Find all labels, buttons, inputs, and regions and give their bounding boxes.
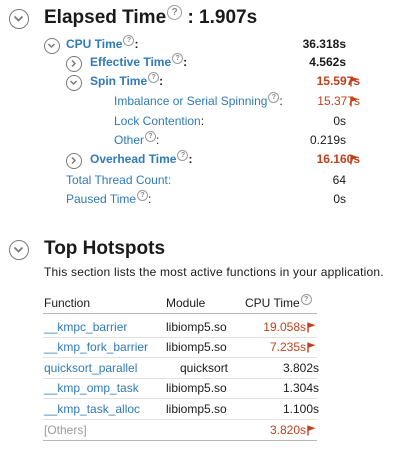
module-cell: libiomp5.so [166, 381, 227, 395]
column-header-cpu-time[interactable]: CPU Time? [245, 294, 312, 311]
other-help-icon[interactable]: ? [145, 131, 157, 142]
module-cell: quicksort [180, 361, 229, 375]
imbalance-help-icon[interactable]: ? [268, 92, 280, 103]
function-link[interactable]: __kmpc_barrier [44, 320, 127, 334]
function-link[interactable]: __kmp_task_alloc [44, 402, 140, 416]
paused-time-value: 0s [333, 192, 346, 206]
other-label[interactable]: Other?: [114, 131, 159, 148]
column-header-module[interactable]: Module [166, 296, 205, 310]
column-header-function[interactable]: Function [44, 296, 90, 310]
spin-time-collapse-chevron-down-icon[interactable] [66, 75, 82, 91]
effective-time-help-icon[interactable]: ? [172, 53, 184, 64]
module-cell: libiomp5.so [166, 402, 227, 416]
cpu-time-cell: 1.100s [282, 402, 319, 416]
spin-time-red-flag-icon [350, 76, 359, 87]
overhead-time-help-icon[interactable]: ? [177, 150, 189, 161]
cpu-time-cell: 3.820s [269, 423, 306, 437]
cpu-time-cell: 1.304s [282, 381, 319, 395]
paused-time-label[interactable]: Paused Time?: [66, 190, 151, 207]
row-divider [43, 398, 317, 399]
table-bottom-divider [43, 440, 317, 441]
effective-time-value: 4.562s [309, 55, 346, 69]
elapsed-help-icon[interactable]: ? [167, 5, 183, 20]
row-divider [43, 419, 317, 420]
module-cell: libiomp5.so [166, 340, 227, 354]
elapsed-time-heading: Elapsed Time? : 1.907s [44, 5, 258, 29]
paused-time-help-icon[interactable]: ? [137, 190, 149, 201]
cpu-time-column-help-icon[interactable]: ? [300, 294, 312, 305]
cpu-time-help-icon[interactable]: ? [123, 35, 135, 46]
effective-time-expand-chevron-right-icon[interactable] [66, 56, 82, 72]
total-thread-count-value: 64 [332, 173, 346, 187]
imbalance-red-flag-icon [350, 96, 359, 107]
overhead-time-red-flag-icon [350, 154, 359, 165]
function-link[interactable]: __kmp_omp_task [44, 381, 139, 395]
effective-time-label[interactable]: Effective Time?: [90, 53, 187, 70]
hotspots-collapse-chevron-down-icon[interactable] [9, 240, 29, 260]
summary-pane: Elapsed Time? : 1.907s CPU Time?: 36.318… [0, 0, 406, 454]
cpu-time-value: 36.318s [302, 37, 346, 51]
hotspots-description: This section lists the most active funct… [44, 265, 384, 279]
cpu-time-cell: 3.802s [282, 361, 319, 375]
top-hotspots-title: Top Hotspots [44, 238, 166, 259]
cpu-time-label[interactable]: CPU Time?: [66, 35, 138, 52]
elapsed-collapse-chevron-down-icon[interactable] [9, 9, 29, 29]
cpu-time-cell: 19.058s [263, 320, 306, 334]
row-divider [43, 337, 317, 338]
elapsed-time-title: Elapsed Time [44, 7, 167, 28]
function-link[interactable]: quicksort_parallel [44, 361, 137, 375]
spin-time-help-icon[interactable]: ? [148, 72, 160, 83]
row-divider [43, 378, 317, 379]
lock-contention-label[interactable]: Lock Contention: [114, 114, 204, 128]
table-header-divider [43, 313, 317, 314]
others-row-label[interactable]: [Others] [44, 423, 87, 437]
module-cell: libiomp5.so [166, 320, 227, 334]
red-flag-icon [307, 425, 316, 436]
red-flag-icon [307, 322, 316, 333]
cpu-time-collapse-chevron-down-icon[interactable] [44, 38, 60, 54]
total-thread-count-label[interactable]: Total Thread Count: [66, 173, 171, 187]
function-link[interactable]: __kmp_fork_barrier [44, 340, 148, 354]
overhead-time-expand-chevron-right-icon[interactable] [66, 153, 82, 169]
cpu-time-cell: 7.235s [269, 340, 306, 354]
overhead-time-label[interactable]: Overhead Time?: [90, 150, 192, 167]
lock-contention-value: 0s [333, 114, 346, 128]
red-flag-icon [307, 342, 316, 353]
other-value: 0.219s [309, 133, 346, 147]
spin-time-label[interactable]: Spin Time?: [90, 72, 163, 89]
imbalance-label[interactable]: Imbalance or Serial Spinning?: [114, 92, 283, 109]
row-divider [43, 357, 317, 358]
elapsed-time-value: : 1.907s [187, 7, 258, 28]
